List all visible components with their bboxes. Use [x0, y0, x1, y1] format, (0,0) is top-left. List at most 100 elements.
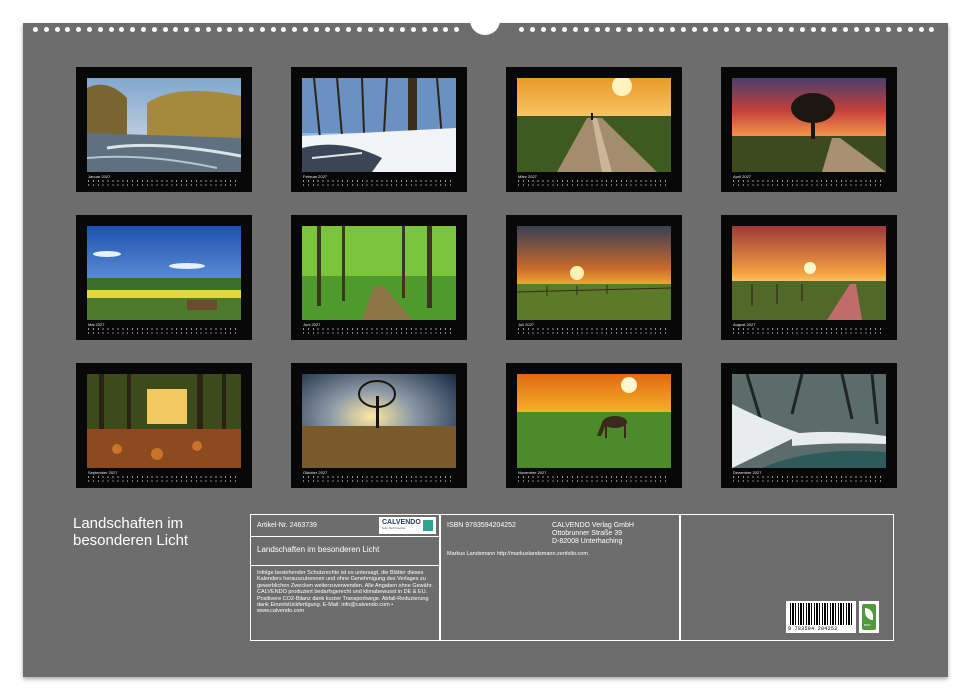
- logo-text: CALVENDO: [382, 519, 421, 526]
- binding-hole: [529, 27, 535, 32]
- month-label: Oktober 2027: [303, 470, 328, 475]
- month-thumbnail-february[interactable]: Februar 2027: [291, 67, 467, 192]
- binding-hole: [313, 27, 319, 32]
- binding-hole: [303, 27, 308, 32]
- binding-hole: [324, 27, 330, 32]
- binding-hole: [238, 27, 244, 32]
- photo-sunset-road: [732, 226, 886, 320]
- month-thumbnail-january[interactable]: Januar 2027: [76, 67, 252, 192]
- binding-hole: [778, 27, 784, 32]
- binding-hole: [151, 27, 157, 32]
- binding-hole: [421, 27, 427, 32]
- month-label: Februar 2027: [303, 174, 328, 179]
- binding-hole: [810, 27, 816, 32]
- binding-hole: [43, 27, 49, 32]
- month-thumbnail-september[interactable]: September 2027: [76, 363, 252, 488]
- month-thumbnail-october[interactable]: Oktober 2027: [291, 363, 467, 488]
- calendar-days-row: [303, 476, 455, 483]
- calendar-days-row: [733, 476, 885, 483]
- binding-hole: [853, 27, 859, 32]
- binding-hole: [249, 27, 254, 32]
- photo-tree-field: [302, 374, 456, 468]
- binding-hole: [205, 27, 211, 32]
- month-thumbnail-july[interactable]: Juli 2027: [506, 215, 682, 340]
- binding-hole: [745, 27, 751, 32]
- month-thumbnail-may[interactable]: Mai 2027: [76, 215, 252, 340]
- binding-hole: [627, 27, 632, 32]
- photo-river-winter: [87, 78, 241, 172]
- barcode-number: 9 783594 204252: [788, 626, 838, 632]
- binding-hole: [54, 27, 60, 32]
- month-label: November 2027: [518, 470, 547, 475]
- calendar-days-row: [303, 180, 455, 187]
- eco-label: eco: [864, 622, 871, 627]
- binding-hole: [594, 27, 600, 32]
- binding-hole: [378, 27, 384, 32]
- calendar-days-row: [518, 476, 670, 483]
- month-label: April 2027: [733, 174, 752, 179]
- calendar-days-row: [518, 180, 670, 187]
- binding-hole: [281, 27, 287, 32]
- binding-hole: [637, 27, 643, 32]
- binding-hole: [173, 27, 179, 32]
- photo-snow-forest: [302, 78, 456, 172]
- binding-hole: [562, 27, 568, 32]
- binding-hole: [227, 27, 233, 32]
- month-thumbnail-june[interactable]: Juni 2027: [291, 215, 467, 340]
- binding-hole: [605, 27, 611, 32]
- binding-hole: [573, 27, 578, 32]
- calendar-back-cover: Januar 2027 Februar 2027 März 2027 April…: [23, 19, 948, 677]
- binding-hole: [367, 27, 373, 32]
- binding-hole: [767, 27, 773, 32]
- binding-hole: [789, 27, 794, 32]
- month-label: Mai 2027: [88, 322, 105, 327]
- calendar-days-row: [518, 328, 670, 335]
- calendar-days-row: [88, 476, 240, 483]
- binding-hole: [216, 27, 222, 32]
- photo-rapeseed-fields: [87, 226, 241, 320]
- binding-hole: [735, 27, 740, 32]
- month-label: Januar 2027: [88, 174, 111, 179]
- binding-hole: [141, 27, 146, 32]
- binding-hole: [400, 27, 406, 32]
- binding-hole: [443, 27, 449, 32]
- month-thumbnail-november[interactable]: November 2027: [506, 363, 682, 488]
- binding-hole: [583, 27, 589, 32]
- binding-hole: [832, 27, 838, 32]
- month-thumbnail-april[interactable]: April 2027: [721, 67, 897, 192]
- binding-hole: [184, 27, 190, 32]
- calendar-days-row: [733, 328, 885, 335]
- month-label: März 2027: [518, 174, 537, 179]
- binding-hole: [259, 27, 265, 32]
- binding-hole: [799, 27, 805, 32]
- month-thumbnail-august[interactable]: August 2027: [721, 215, 897, 340]
- binding-hole: [519, 27, 524, 32]
- binding-hole: [702, 27, 708, 32]
- binding-hole: [691, 27, 697, 32]
- calvendo-logo: CALVENDO Seite, Buch Kalender: [379, 517, 436, 534]
- binding-hole: [346, 27, 352, 32]
- calendar-title: Landschaften im besonderen Licht: [73, 515, 189, 549]
- binding-hole: [389, 27, 395, 32]
- photo-snow-stream: [732, 374, 886, 468]
- binding-hole: [886, 27, 892, 32]
- binding-hole: [87, 27, 92, 32]
- month-thumbnail-december[interactable]: Dezember 2027: [721, 363, 897, 488]
- binding-hole: [357, 27, 362, 32]
- binding-hole: [681, 27, 686, 32]
- calendar-days-row: [303, 328, 455, 335]
- publisher-city: D-82008 Unterhaching: [552, 538, 623, 545]
- binding-hole: [821, 27, 827, 32]
- barcode: 9 783594 204252: [786, 601, 856, 633]
- binding-hole: [843, 27, 848, 32]
- binding-hole: [918, 27, 924, 32]
- binding-hole: [551, 27, 557, 32]
- logo-mark-icon: [423, 520, 433, 531]
- photo-sunset-pasture: [517, 226, 671, 320]
- calendar-days-row: [88, 180, 240, 187]
- month-thumbnail-march[interactable]: März 2027: [506, 67, 682, 192]
- binding-hole: [270, 27, 276, 32]
- calendar-title-small: Landschaften im besonderen Licht: [257, 545, 380, 554]
- month-label: Juli 2027: [518, 322, 535, 327]
- calendar-days-row: [88, 328, 240, 335]
